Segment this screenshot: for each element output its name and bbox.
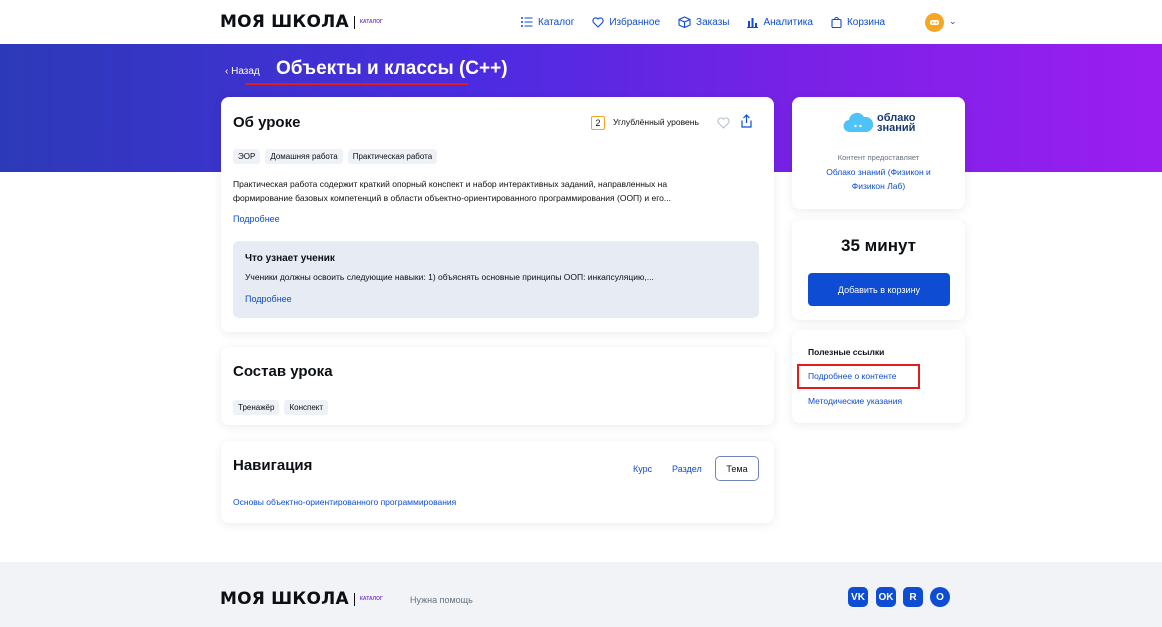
- vk-icon[interactable]: VK: [848, 587, 868, 607]
- top-header: МОЯ ШКОЛА каталог Каталог Избранное Зака…: [0, 0, 1162, 44]
- learn-text: Ученики должны освоить следующие навыки:…: [245, 272, 654, 282]
- tab-section[interactable]: Раздел: [672, 464, 702, 474]
- provider-name-line2[interactable]: Физикон Лаб): [792, 181, 965, 191]
- list-icon: [521, 17, 533, 27]
- footer-logo[interactable]: МОЯ ШКОЛА каталог: [220, 589, 383, 609]
- bag-icon: [831, 16, 842, 28]
- navigation-topic-link[interactable]: Основы объектно-ориентированного програм…: [233, 497, 456, 507]
- main-nav: Каталог Избранное Заказы Аналитика Корзи…: [521, 16, 903, 28]
- title-underline-annotation: [245, 83, 468, 85]
- navigation-card: [221, 441, 774, 523]
- level-badge: 2: [591, 116, 605, 130]
- navigation-title: Навигация: [233, 457, 313, 474]
- tag-summary: Конспект: [284, 400, 329, 415]
- learn-more-link[interactable]: Подробнее: [245, 294, 292, 304]
- telegram-icon[interactable]: O: [930, 587, 950, 607]
- nav-label: Каталог: [538, 16, 575, 28]
- footer-logo-divider: [353, 592, 355, 606]
- methodical-guidelines-link[interactable]: Методические указания: [808, 396, 902, 406]
- highlight-annotation: [797, 364, 920, 389]
- description-line-2: формирование базовых компетенций в облас…: [233, 193, 671, 203]
- footer-logo-subtitle: каталог: [359, 596, 383, 602]
- avatar[interactable]: [925, 13, 944, 32]
- footer-logo-text: МОЯ ШКОЛА: [220, 589, 349, 609]
- logo-subtitle: каталог: [359, 19, 383, 25]
- nav-label: Корзина: [846, 16, 886, 28]
- share-icon[interactable]: [741, 114, 752, 128]
- logo-divider: [353, 15, 355, 29]
- logo-text: МОЯ ШКОЛА: [220, 12, 349, 32]
- back-link[interactable]: ‹ Назад: [225, 66, 260, 77]
- nav-item-analytics[interactable]: Аналитика: [747, 17, 813, 28]
- tab-course[interactable]: Курс: [633, 464, 652, 474]
- duration: 35 минут: [841, 236, 916, 255]
- site-logo[interactable]: МОЯ ШКОЛА каталог: [220, 12, 383, 32]
- add-to-cart-button[interactable]: Добавить в корзину: [808, 273, 950, 306]
- page-title: Объекты и классы (С++): [276, 58, 508, 79]
- help-link[interactable]: Нужна помощь: [410, 595, 473, 605]
- chevron-down-icon[interactable]: ⌄: [949, 16, 957, 27]
- about-title: Об уроке: [233, 114, 301, 131]
- about-tags: ЭОР Домашняя работа Практическая работа: [233, 146, 442, 164]
- learn-title: Что узнает ученик: [245, 253, 335, 264]
- nav-label: Избранное: [609, 16, 661, 28]
- tag-trainer: Тренажёр: [233, 400, 280, 415]
- provider-logo-line2: знаний: [877, 122, 916, 134]
- nav-item-orders[interactable]: Заказы: [678, 16, 729, 28]
- tag-practical: Практическая работа: [347, 149, 438, 164]
- cloud-logo-icon: [843, 112, 873, 133]
- nav-item-catalog[interactable]: Каталог: [521, 17, 574, 28]
- heart-icon: [592, 16, 604, 28]
- favorite-heart-icon[interactable]: [717, 117, 730, 129]
- box-icon: [678, 16, 691, 28]
- nav-item-cart[interactable]: Корзина: [831, 16, 885, 28]
- tab-topic[interactable]: Тема: [715, 456, 759, 481]
- bar-chart-icon: [747, 17, 759, 28]
- nav-item-favorites[interactable]: Избранное: [592, 17, 660, 28]
- provider-name-line1[interactable]: Облако знаний (Физикон и: [792, 167, 965, 177]
- provider-caption: Контент предоставляет: [837, 153, 920, 162]
- description-line-1: Практическая работа содержит краткий опо…: [233, 179, 668, 189]
- tag-eor: ЭОР: [233, 149, 261, 164]
- footer: [0, 562, 1162, 627]
- ok-icon[interactable]: OK: [876, 587, 896, 607]
- composition-tags: Тренажёр Конспект: [233, 397, 333, 415]
- nav-label: Аналитика: [763, 16, 813, 28]
- tag-homework: Домашняя работа: [265, 149, 343, 164]
- user-avatar-icon: [930, 20, 939, 25]
- composition-title: Состав урока: [233, 363, 333, 380]
- rutube-icon[interactable]: R: [903, 587, 923, 607]
- level-label: Углублённый уровень: [613, 117, 699, 127]
- useful-links-title: Полезные ссылки: [808, 347, 885, 357]
- more-link[interactable]: Подробнее: [233, 214, 280, 224]
- nav-label: Заказы: [696, 16, 730, 28]
